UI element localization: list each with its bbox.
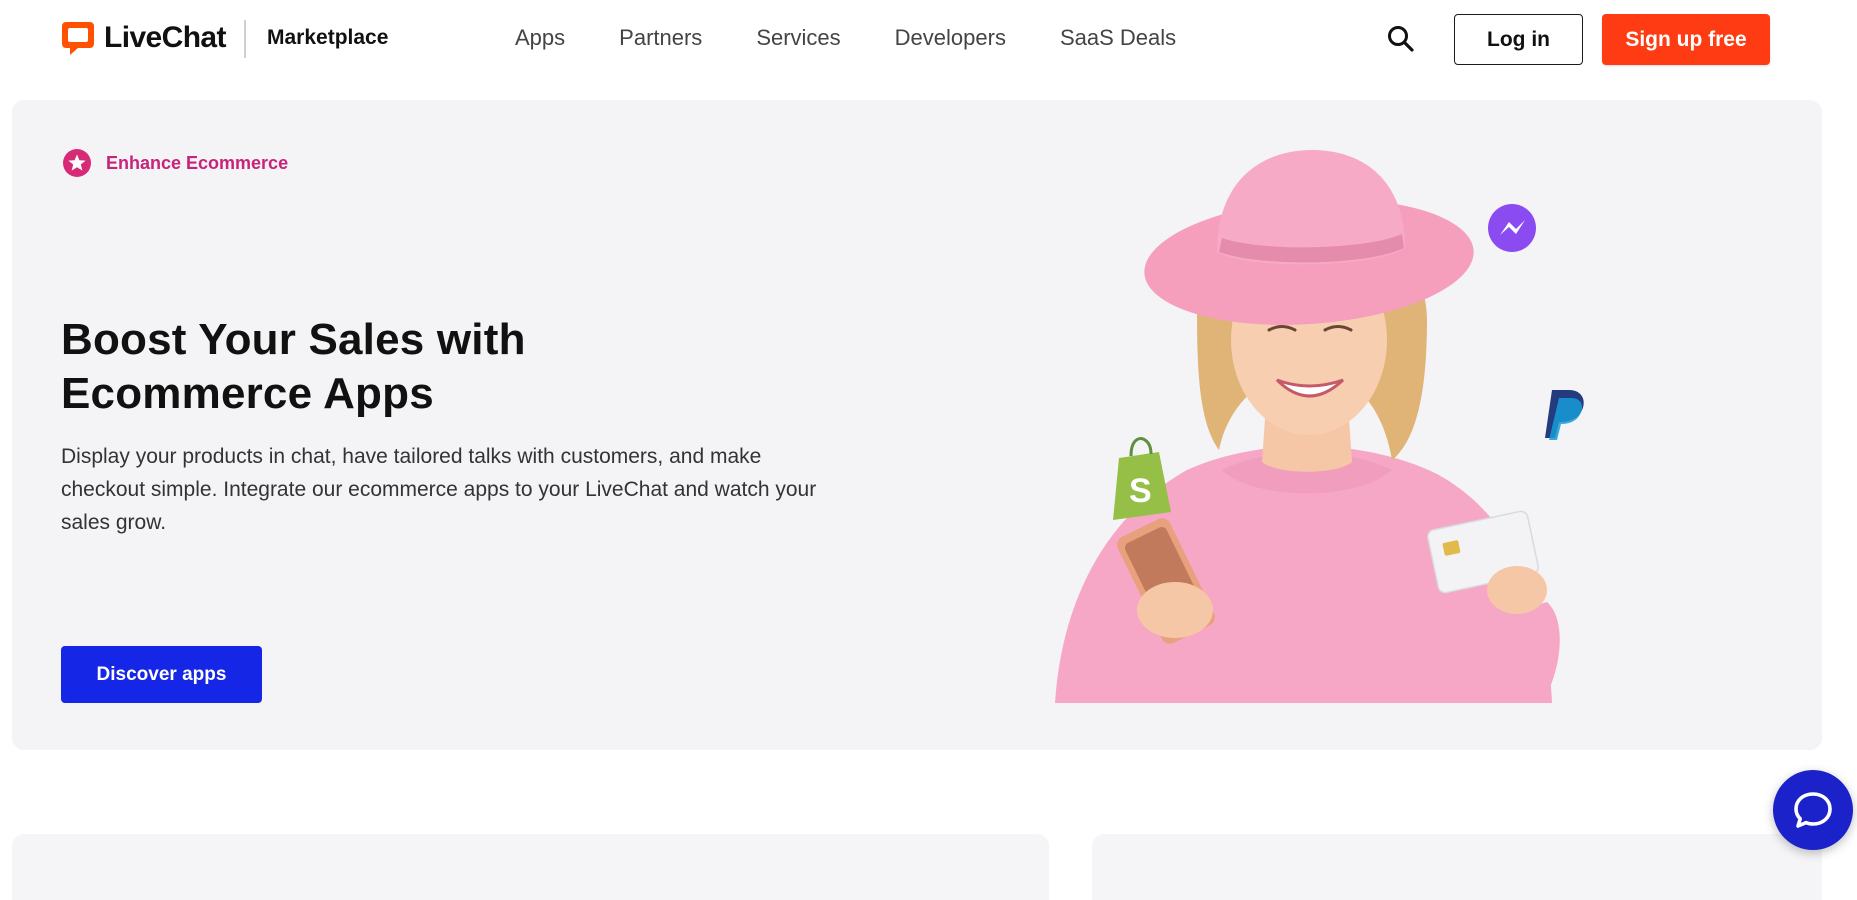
search-icon[interactable] bbox=[1385, 23, 1417, 55]
shopify-icon: S bbox=[1113, 437, 1171, 520]
signup-button[interactable]: Sign up free bbox=[1602, 14, 1770, 65]
hero-title-line2: Ecommerce Apps bbox=[61, 369, 434, 418]
svg-text:S: S bbox=[1129, 472, 1152, 510]
discover-apps-button[interactable]: Discover apps bbox=[61, 646, 262, 703]
logo-divider bbox=[244, 20, 246, 58]
nav-developers[interactable]: Developers bbox=[895, 25, 1006, 51]
badge-label: Enhance Ecommerce bbox=[106, 152, 289, 173]
nav-saas-deals[interactable]: SaaS Deals bbox=[1060, 25, 1176, 51]
hero-title: Boost Your Sales with Ecommerce Apps bbox=[61, 313, 761, 421]
hero-illustration: S bbox=[1055, 150, 1584, 703]
chat-widget-button[interactable] bbox=[1773, 770, 1853, 850]
nav-partners[interactable]: Partners bbox=[619, 25, 702, 51]
chat-bubble-icon bbox=[1794, 792, 1832, 828]
nav-services[interactable]: Services bbox=[756, 25, 840, 51]
category-badge: Enhance Ecommerce bbox=[62, 148, 288, 178]
livechat-logo[interactable]: LiveChat bbox=[60, 20, 227, 56]
main-nav: Apps Partners Services Developers SaaS D… bbox=[515, 25, 1176, 51]
brand-name: LiveChat bbox=[104, 21, 227, 54]
login-button[interactable]: Log in bbox=[1454, 14, 1583, 65]
hero-title-line1: Boost Your Sales with bbox=[61, 315, 526, 364]
hero-description: Display your products in chat, have tail… bbox=[61, 445, 817, 534]
hero-section: Enhance Ecommerce Boost Your Sales with … bbox=[12, 100, 1822, 750]
livechat-logo-icon bbox=[62, 22, 94, 55]
site-header: LiveChat Marketplace Apps Partners Servi… bbox=[0, 0, 1857, 78]
nav-apps[interactable]: Apps bbox=[515, 25, 565, 51]
app-card-placeholder bbox=[12, 834, 1049, 900]
paypal-icon bbox=[1545, 390, 1584, 440]
star-icon bbox=[63, 149, 91, 177]
marketplace-label[interactable]: Marketplace bbox=[267, 26, 388, 50]
app-card-placeholder bbox=[1092, 834, 1822, 900]
messenger-icon bbox=[1488, 204, 1536, 252]
